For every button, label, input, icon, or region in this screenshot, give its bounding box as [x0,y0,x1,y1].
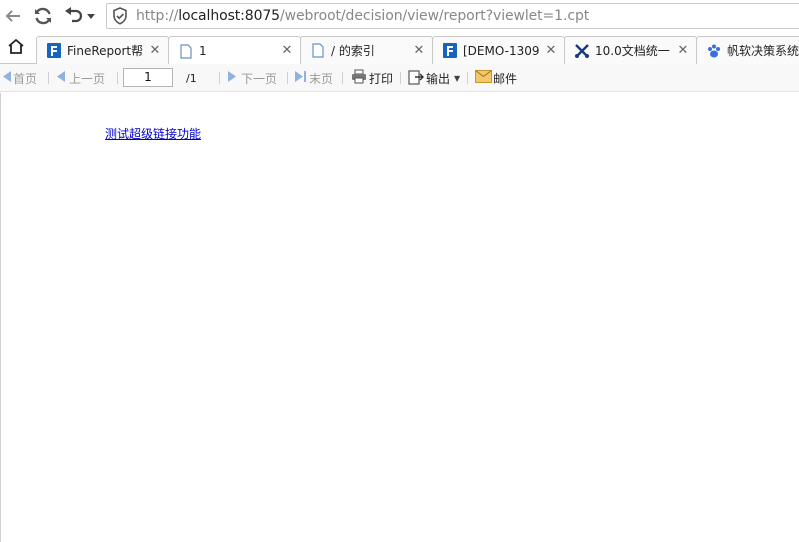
tools-icon [574,43,590,59]
close-icon[interactable]: ✕ [280,42,294,57]
close-icon[interactable]: ✕ [676,42,690,57]
first-page-icon [3,71,11,85]
toolbar-divider [117,72,118,84]
tab-finereport-help[interactable]: FineReport帮 ✕ [36,36,169,64]
tab-strip: FineReport帮 ✕ 1 ✕ / 的索引 ✕ [DEMO-1309 ✕ 1… [0,33,799,65]
back-button[interactable] [2,5,24,27]
url-protocol: http:// [136,8,179,24]
chevron-down-icon [87,13,95,19]
back-arrow-icon [4,7,22,25]
toolbar-divider [219,72,220,84]
hyperlink-test-link[interactable]: 测试超级链接功能 [105,125,201,142]
tab-decision-system[interactable]: 帆软决策系统 [696,36,799,64]
next-page-icon [228,71,236,85]
toolbar-divider [400,72,401,84]
previous-page-icon [57,71,65,85]
history-dropdown-button[interactable] [84,5,98,27]
report-content: 测试超级链接功能 [0,93,799,542]
navigation-bar: http://localhost:8075/webroot/decision/v… [0,0,799,33]
undo-close-tab-button[interactable] [63,5,85,27]
home-icon [7,38,25,60]
finereport-logo-icon [442,43,458,59]
printer-icon [351,69,367,87]
shield-icon [109,4,131,28]
last-page-label: 末页 [309,71,334,86]
print-label: 打印 [369,71,394,86]
url-host: localhost:8075 [178,8,280,24]
refresh-button[interactable] [32,5,54,27]
tab-demo[interactable]: [DEMO-1309 ✕ [432,36,565,64]
toolbar-divider [287,72,288,84]
address-bar[interactable]: http://localhost:8075/webroot/decision/v… [106,3,799,29]
email-button[interactable]: 邮件 [475,64,517,92]
report-toolbar: 首页 上一页 /1 下一页 末页 打印 输出 ▼ 邮件 [0,64,799,92]
print-button[interactable]: 打印 [351,64,393,92]
previous-page-label: 上一页 [69,71,106,86]
previous-page-button[interactable]: 上一页 [57,64,105,92]
browser-window: http://localhost:8075/webroot/decision/v… [0,0,799,542]
mail-icon [475,70,492,86]
tab-title: 帆软决策系统 [727,44,799,58]
close-icon[interactable]: ✕ [148,42,162,57]
paw-icon [706,43,722,59]
page-icon [310,43,326,59]
chevron-down-icon: ▼ [454,73,461,83]
email-label: 邮件 [493,71,518,86]
tab-index[interactable]: / 的索引 ✕ [300,36,433,64]
finereport-logo-icon [46,43,62,59]
toolbar-divider [48,72,49,84]
next-page-button[interactable]: 下一页 [228,64,277,92]
url-path: /webroot/decision/view/report?viewlet=1.… [280,8,590,24]
last-page-icon [295,71,307,85]
next-page-label: 下一页 [241,71,278,86]
export-icon [408,69,424,88]
page-number-input[interactable]: 1 [123,68,173,87]
undo-icon [64,7,84,25]
first-page-label: 首页 [13,71,38,86]
first-page-button[interactable]: 首页 [3,64,37,92]
tab-report-1[interactable]: 1 ✕ [168,36,301,65]
refresh-icon [33,6,53,26]
last-page-button[interactable]: 末页 [295,64,333,92]
toolbar-divider [342,72,343,84]
close-icon[interactable]: ✕ [544,42,558,57]
close-icon[interactable]: ✕ [412,42,426,57]
export-button[interactable]: 输出 ▼ [408,64,460,92]
tab-docs[interactable]: 10.0文档统一 ✕ [564,36,697,64]
toolbar-divider [467,72,468,84]
url-text: http://localhost:8075/webroot/decision/v… [136,8,589,24]
page-total: /1 [186,71,197,85]
home-button[interactable] [5,38,27,60]
page-icon [178,43,194,59]
export-label: 输出 [426,71,451,86]
